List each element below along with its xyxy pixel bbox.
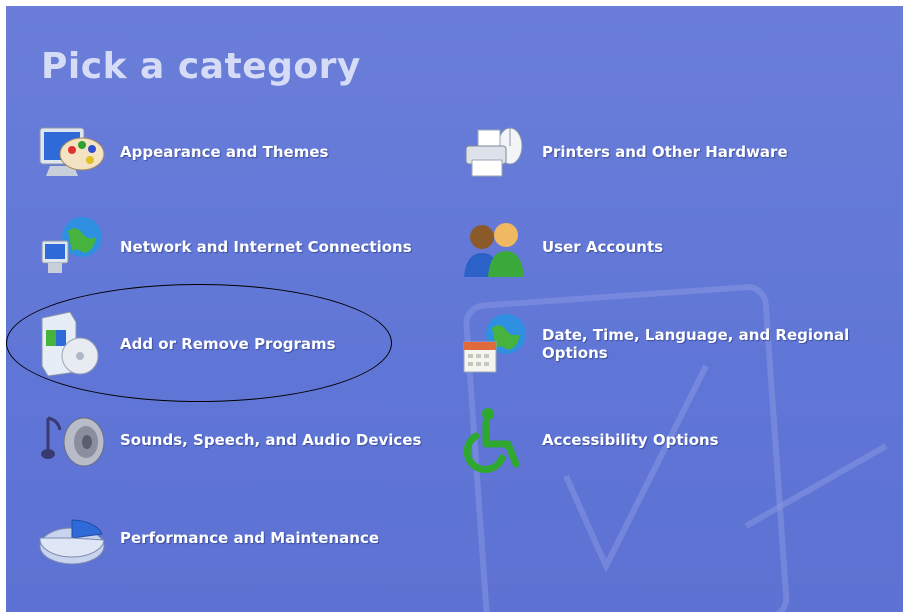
category-add-remove-programs[interactable]: Add or Remove Programs	[36, 308, 336, 380]
category-label: Appearance and Themes	[120, 143, 329, 161]
category-label: User Accounts	[542, 238, 664, 256]
category-appearance-themes[interactable]: Appearance and Themes	[36, 116, 328, 188]
category-label: Printers and Other Hardware	[542, 143, 788, 161]
performance-pie-icon	[39, 519, 105, 565]
category-label: Add or Remove Programs	[120, 335, 336, 353]
user-accounts-icon	[464, 223, 524, 277]
network-globe-icon	[41, 217, 102, 273]
printer-hardware-icon	[465, 127, 523, 177]
category-sounds-audio[interactable]: Sounds, Speech, and Audio Devices	[36, 404, 421, 476]
category-label: Sounds, Speech, and Audio Devices	[120, 431, 422, 449]
category-label: Network and Internet Connections	[120, 238, 412, 256]
appearance-themes-icon	[39, 127, 105, 176]
date-time-globe-icon	[463, 314, 526, 373]
category-label: Accessibility Options	[542, 431, 719, 449]
accessibility-wheelchair-icon	[463, 408, 520, 473]
control-panel-category-view: Pick a category Appearance and Themes Pr…	[6, 6, 903, 612]
category-network-internet[interactable]: Network and Internet Connections	[36, 211, 412, 283]
category-label: Date, Time, Language, and Regional Optio…	[542, 326, 850, 362]
category-accessibility[interactable]: Accessibility Options	[458, 404, 719, 476]
page-title: Pick a category	[41, 46, 361, 87]
category-label: Performance and Maintenance	[120, 529, 380, 547]
add-remove-programs-icon	[41, 311, 99, 377]
category-date-time-language[interactable]: Date, Time, Language, and Regional Optio…	[458, 308, 862, 380]
sounds-speaker-icon	[41, 416, 105, 467]
category-performance-maintenance[interactable]: Performance and Maintenance	[36, 502, 379, 574]
category-printers-hardware[interactable]: Printers and Other Hardware	[458, 116, 788, 188]
category-user-accounts[interactable]: User Accounts	[458, 211, 663, 283]
